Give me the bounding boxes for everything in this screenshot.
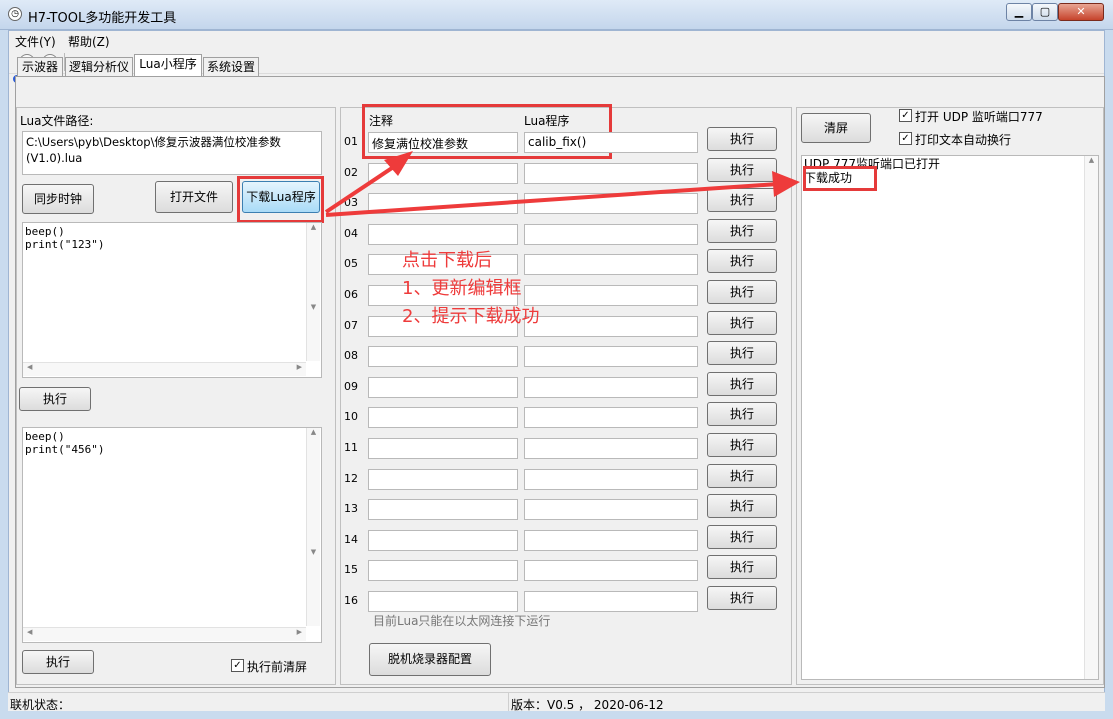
status-divider (508, 693, 509, 711)
arrow-to-log-head (772, 171, 800, 197)
arrow-to-editor-line (324, 162, 400, 214)
status-bar: 联机状态： 版本：V0.5 ， 2020-06-12 (8, 692, 1105, 712)
version-label: 版本：V0.5 ， 2020-06-12 (511, 698, 664, 712)
connection-status-label: 联机状态： (10, 698, 71, 712)
annotation-arrows (324, 151, 800, 217)
arrow-to-log-line (325, 182, 779, 217)
